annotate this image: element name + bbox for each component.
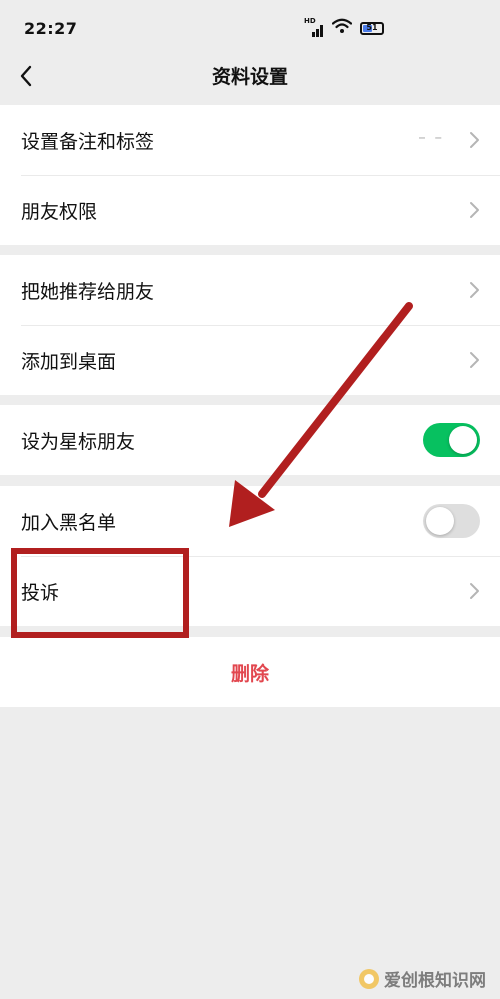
battery-level: 51 [366, 23, 378, 32]
friend-permissions-item[interactable]: 朋友权限 [0, 175, 500, 245]
add-to-desktop-label: 添加到桌面 [21, 350, 117, 373]
star-group: 设为星标朋友 [0, 405, 500, 475]
toggle-knob [426, 507, 454, 535]
chevron-right-icon [469, 582, 481, 600]
chevron-right-icon [469, 281, 481, 299]
recommend-to-friend-label: 把她推荐给朋友 [21, 280, 155, 303]
battery-icon: 51 [360, 21, 384, 35]
page-title: 资料设置 [211, 66, 288, 88]
chevron-right-icon [469, 351, 481, 369]
status-time: 22:27 [24, 19, 78, 38]
remark-group: 设置备注和标签 – – 朋友权限 [0, 105, 500, 245]
watermark: 爱创根知识网 [358, 966, 486, 991]
wifi-icon [331, 18, 353, 38]
status-bar: 22:27 HD 51 [0, 0, 500, 48]
star-friend-label: 设为星标朋友 [21, 430, 136, 453]
status-icons: HD 51 [296, 17, 384, 38]
recommend-to-friend-item[interactable]: 把她推荐给朋友 [0, 255, 500, 325]
blacklist-label: 加入黑名单 [21, 511, 117, 534]
set-remark-label: 设置备注和标签 [21, 130, 155, 153]
profile-settings-screen: 22:27 HD 51 资料设置 设置备注和标签 – – 朋友权限 把她推荐给朋… [0, 0, 500, 999]
delete-group: 删除 [0, 637, 500, 707]
star-friend-toggle[interactable] [423, 423, 480, 457]
add-to-desktop-item[interactable]: 添加到桌面 [0, 325, 500, 395]
share-group: 把她推荐给朋友 添加到桌面 [0, 255, 500, 395]
blacklist-item[interactable]: 加入黑名单 [0, 486, 500, 556]
signal-label: HD [304, 17, 316, 25]
delete-label: 删除 [230, 662, 269, 685]
set-remark-value: – – [418, 128, 444, 146]
chevron-right-icon [469, 131, 481, 149]
navigation-bar: 资料设置 [0, 48, 500, 104]
watermark-logo-icon [358, 968, 380, 990]
chevron-right-icon [469, 201, 481, 219]
signal-icon: HD [304, 17, 324, 37]
watermark-text: 爱创根知识网 [384, 971, 486, 991]
star-friend-item[interactable]: 设为星标朋友 [0, 405, 500, 475]
delete-button[interactable]: 删除 [0, 637, 500, 707]
set-remark-item[interactable]: 设置备注和标签 – – [0, 105, 500, 175]
annotation-highlight-box [11, 548, 189, 638]
friend-permissions-label: 朋友权限 [21, 200, 98, 223]
toggle-knob [449, 426, 477, 454]
blacklist-toggle[interactable] [423, 504, 480, 538]
